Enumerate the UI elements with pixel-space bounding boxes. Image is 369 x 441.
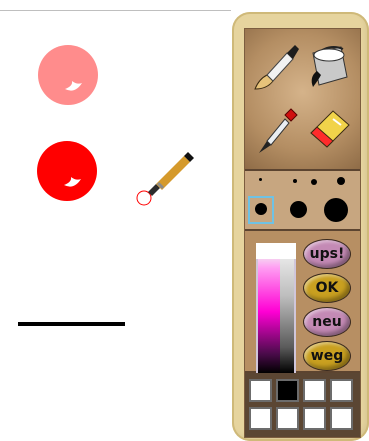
paintbrush-tool[interactable]: [249, 37, 301, 95]
tool-section: [245, 29, 360, 171]
paintbrush-icon: [254, 45, 299, 90]
color-section: ups! OK neu weg: [245, 231, 360, 375]
ok-button[interactable]: OK: [303, 273, 351, 303]
eraser-tool[interactable]: [303, 99, 355, 157]
size-6[interactable]: [290, 201, 307, 218]
paintbrush-cursor-icon: [136, 152, 194, 206]
light-red-dot: [38, 45, 98, 105]
canvas-top-border: [0, 10, 231, 11]
size-2[interactable]: [293, 179, 297, 183]
color-swatch-grid: [245, 373, 360, 437]
size-3[interactable]: [311, 179, 317, 185]
eyedropper-icon: [259, 108, 298, 153]
size-7[interactable]: [324, 198, 348, 222]
paint-bucket-tool[interactable]: [303, 33, 355, 91]
swatch-8[interactable]: [330, 407, 353, 430]
color-gradient-slider[interactable]: [256, 243, 296, 375]
tool-palette: ups! OK neu weg: [232, 12, 369, 441]
gray-scale-strip: [280, 245, 294, 373]
size-4[interactable]: [337, 177, 345, 185]
palette-panel: ups! OK neu weg: [244, 28, 361, 438]
remove-button[interactable]: weg: [303, 341, 351, 371]
paint-bucket-icon: [311, 46, 348, 87]
size-1[interactable]: [259, 178, 262, 181]
red-dot: [37, 141, 97, 201]
swatch-7[interactable]: [303, 407, 326, 430]
swatch-5[interactable]: [249, 407, 272, 430]
current-color-indicator: [256, 243, 296, 259]
swatch-3[interactable]: [303, 379, 326, 402]
swatch-1[interactable]: [249, 379, 272, 402]
eyedropper-tool[interactable]: [251, 101, 303, 159]
eraser-icon: [310, 110, 350, 148]
swatch-4[interactable]: [330, 379, 353, 402]
undo-button[interactable]: ups!: [303, 239, 351, 269]
new-button[interactable]: neu: [303, 307, 351, 337]
brush-size-section: [245, 171, 360, 231]
black-line: [18, 322, 125, 326]
drawing-canvas[interactable]: [0, 12, 231, 441]
swatch-2[interactable]: [276, 379, 299, 402]
size-5[interactable]: [255, 203, 267, 215]
swatch-6[interactable]: [276, 407, 299, 430]
